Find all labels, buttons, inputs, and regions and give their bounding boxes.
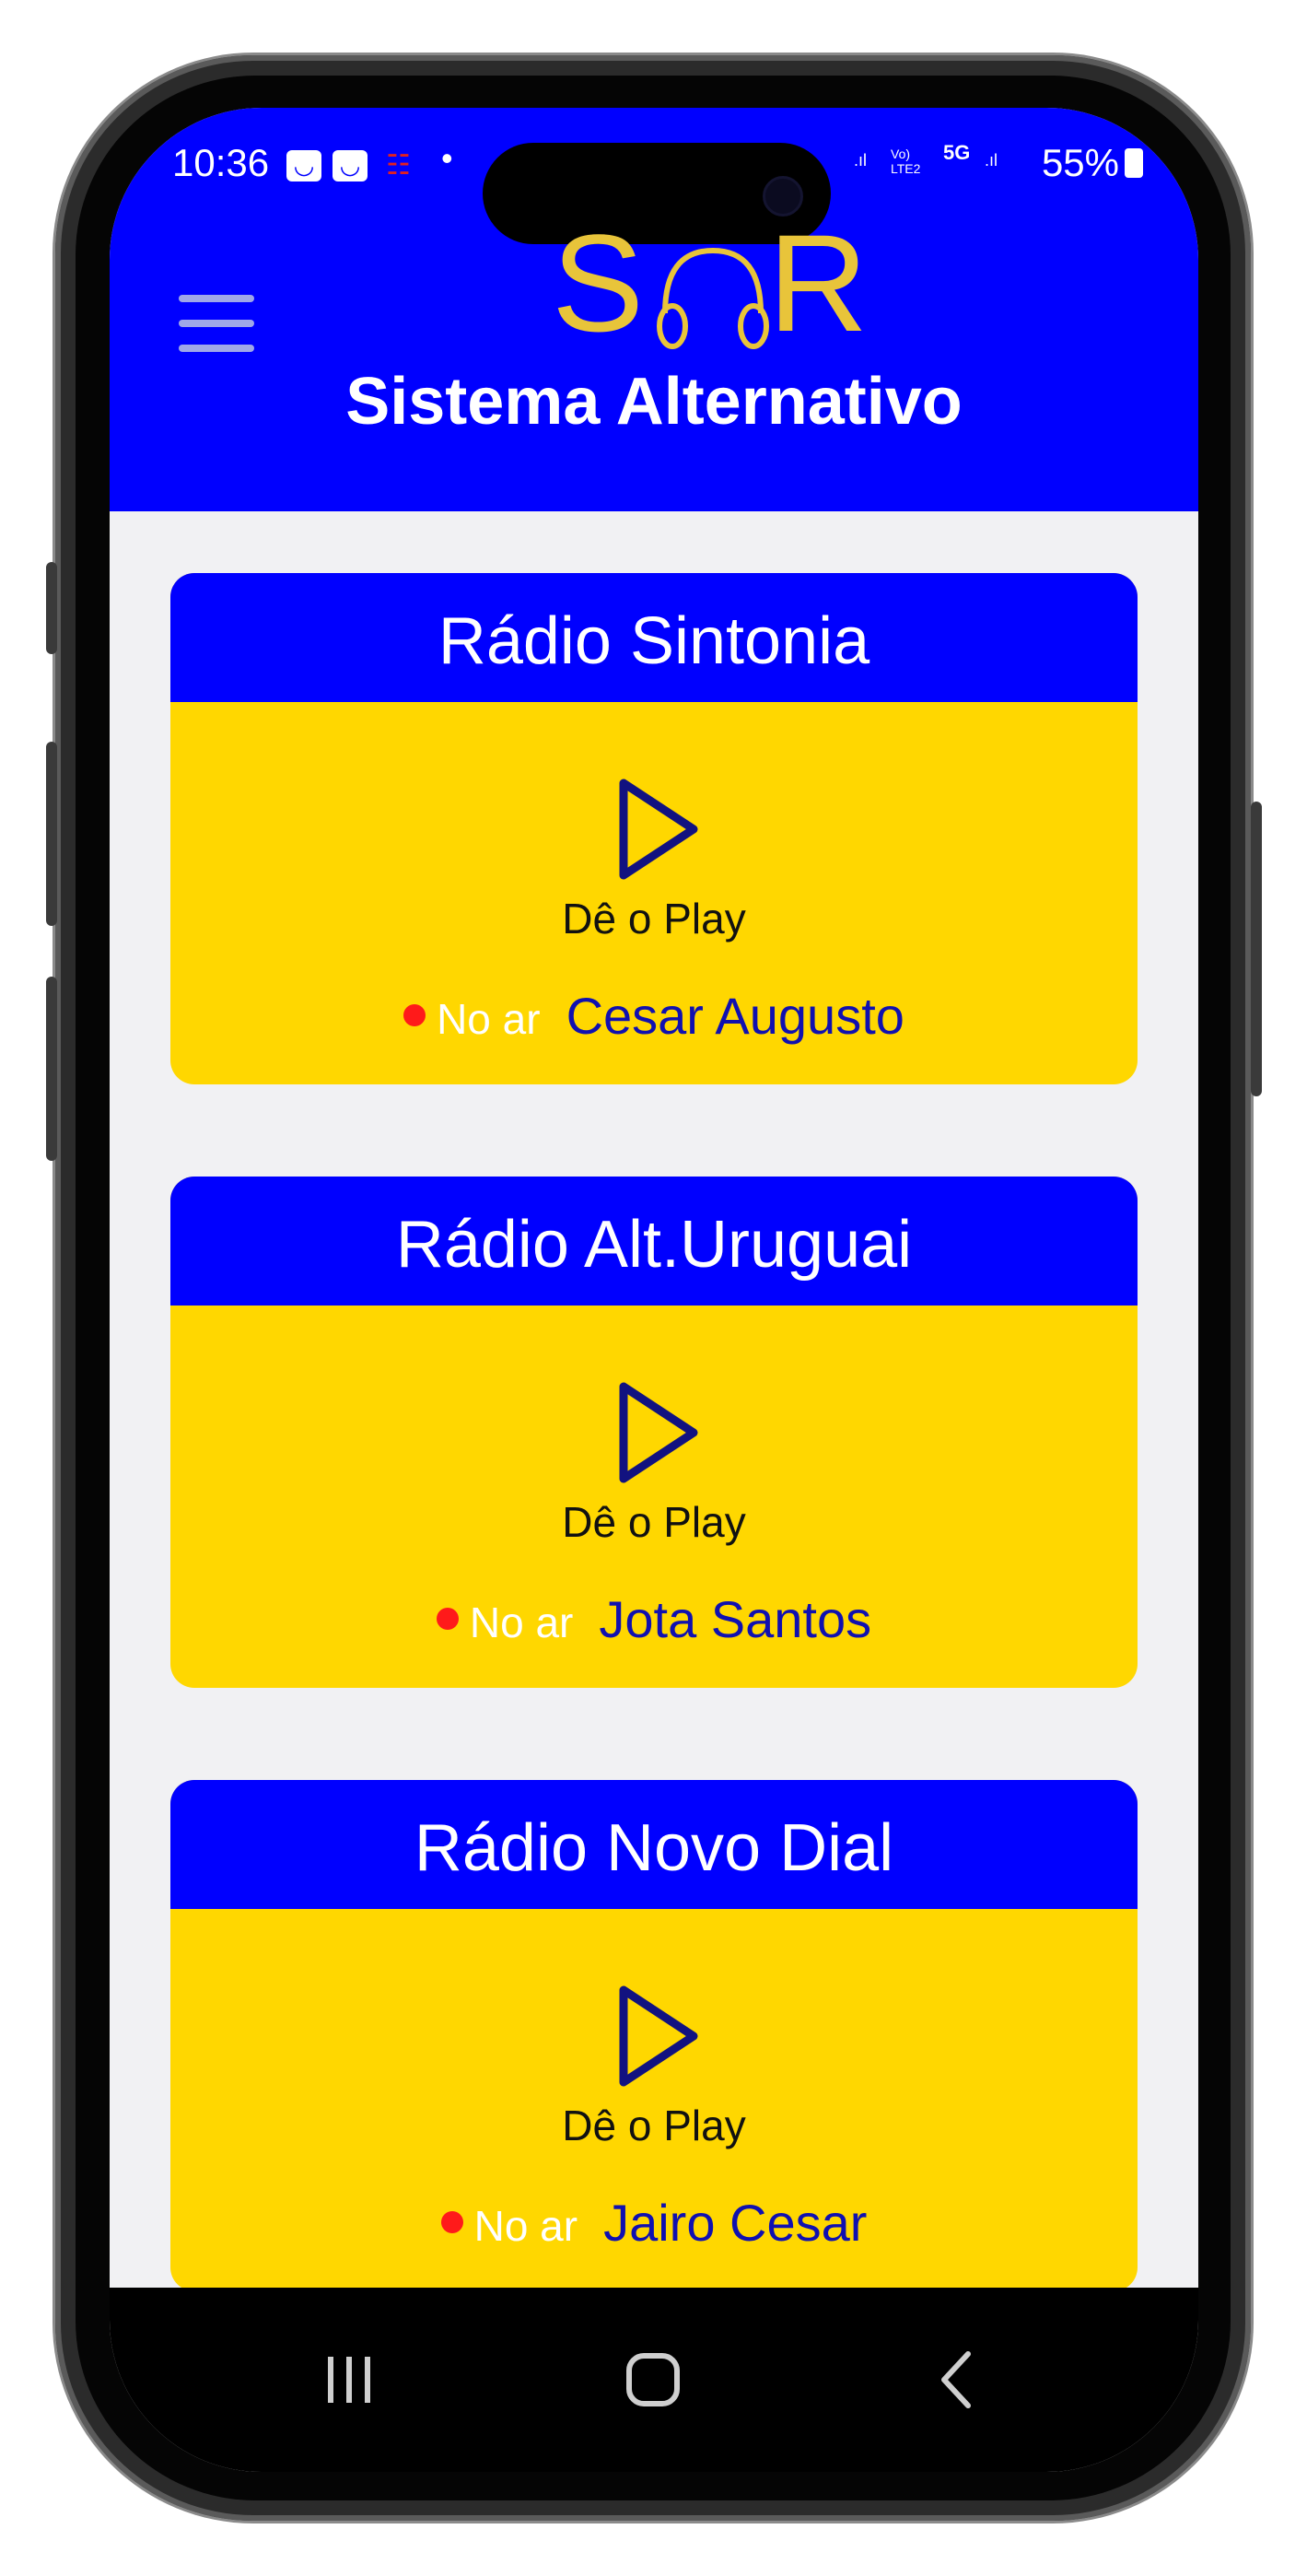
side-button-action <box>46 562 57 654</box>
on-air-label: No ar <box>437 995 541 1043</box>
battery-icon <box>1125 148 1143 178</box>
play-label: Dê o Play <box>562 1498 746 1546</box>
app-logo: S R <box>552 205 868 360</box>
station-card: Rádio Alt.Uruguai Dê o Play No ar Jota Sa… <box>170 1177 1138 1688</box>
play-label: Dê o Play <box>562 2102 746 2149</box>
station-card: Rádio Novo Dial Dê o Play No ar Jairo Ces… <box>170 1780 1138 2291</box>
station-name: Rádio Sintonia <box>170 573 1138 702</box>
notification-icon: ◡ <box>286 150 321 181</box>
more-notifications-icon: • <box>441 139 453 177</box>
on-air-label: No ar <box>473 2202 578 2250</box>
battery-status: 55% <box>1042 141 1143 185</box>
play-label: Dê o Play <box>562 895 746 943</box>
network-type-icon: 5G <box>943 141 971 164</box>
menu-icon-line <box>179 320 254 327</box>
notification-icon: ◡ <box>333 150 368 181</box>
play-icon[interactable] <box>613 1377 705 1488</box>
back-icon[interactable] <box>911 2334 1003 2426</box>
volte-icon: Vo) LTE2 <box>891 146 921 176</box>
host-name: Cesar Augusto <box>566 987 904 1045</box>
signal-icon-2: .ıl <box>985 151 998 170</box>
system-nav-bar <box>110 2288 1198 2472</box>
menu-button[interactable] <box>179 295 254 352</box>
host-name: Jairo Cesar <box>603 2194 868 2252</box>
app-notification-icon: ☷ <box>386 150 411 181</box>
play-icon[interactable] <box>613 1981 705 2091</box>
recent-apps-icon[interactable] <box>303 2334 395 2426</box>
on-air-row: No ar Cesar Augusto <box>170 986 1138 1045</box>
menu-icon-line <box>179 345 254 352</box>
logo-letter-left: S <box>552 205 645 360</box>
app-header: 10:36 ◡ ◡ ☷ • .ıl Vo) LTE2 5G .ıl 55% S <box>110 108 1198 511</box>
host-name: Jota Santos <box>599 1590 872 1648</box>
app-screen: 10:36 ◡ ◡ ☷ • .ıl Vo) LTE2 5G .ıl 55% S <box>110 108 1198 2472</box>
app-title: Sistema Alternativo <box>345 365 963 439</box>
on-air-row: No ar Jairo Cesar <box>170 2193 1138 2252</box>
side-button-volume-up <box>46 742 57 926</box>
side-button-volume-down <box>46 977 57 1161</box>
battery-percent: 55% <box>1041 141 1119 184</box>
on-air-label: No ar <box>469 1598 574 1646</box>
signal-icon: .ıl <box>854 151 868 170</box>
station-name: Rádio Alt.Uruguai <box>170 1177 1138 1306</box>
live-dot-icon <box>440 2211 463 2233</box>
on-air-row: No ar Jota Santos <box>170 1589 1138 1648</box>
station-card: Rádio Sintonia Dê o Play No ar Cesar Augu… <box>170 573 1138 1084</box>
home-icon[interactable] <box>607 2334 699 2426</box>
logo-letter-right: R <box>768 205 869 360</box>
headphones-icon <box>657 247 769 349</box>
live-dot-icon <box>403 1004 426 1026</box>
live-dot-icon <box>436 1608 459 1630</box>
menu-icon-line <box>179 295 254 302</box>
play-icon[interactable] <box>613 774 705 884</box>
station-name: Rádio Novo Dial <box>170 1780 1138 1909</box>
side-button-power <box>1251 802 1262 1096</box>
status-time: 10:36 <box>172 141 270 184</box>
